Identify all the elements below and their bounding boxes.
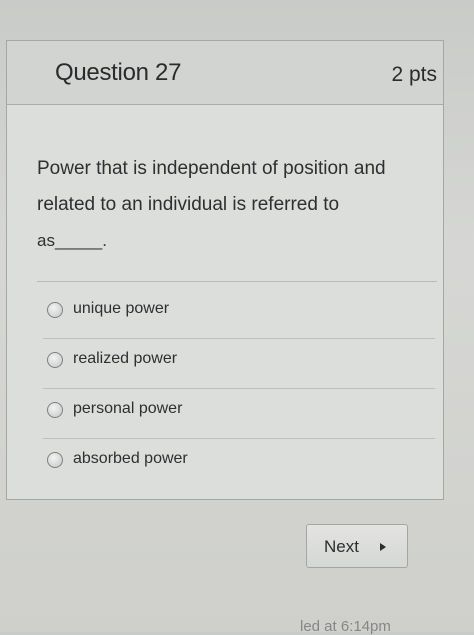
triangle-right-icon: [380, 543, 386, 551]
radio-button-icon[interactable]: [47, 452, 63, 468]
answer-label[interactable]: unique power: [73, 300, 169, 318]
question-title: Question 27: [55, 59, 182, 86]
question-points: 2 pts: [391, 63, 437, 86]
answer-option-unique-power[interactable]: unique power: [43, 289, 435, 339]
answer-option-personal-power[interactable]: personal power: [43, 389, 435, 439]
answer-option-absorbed-power[interactable]: absorbed power: [43, 439, 435, 489]
answers-divider: [37, 281, 437, 282]
answer-label[interactable]: realized power: [73, 350, 177, 368]
answer-list: unique power realized power personal pow…: [43, 289, 435, 489]
radio-button-icon[interactable]: [47, 352, 63, 368]
question-text-line-2: related to an individual is referred to: [37, 194, 340, 215]
answer-option-realized-power[interactable]: realized power: [43, 339, 435, 389]
question-text-line-1: Power that is independent of position an…: [37, 158, 386, 179]
question-card: Question 27 2 pts Power that is independ…: [6, 40, 444, 500]
next-button-label[interactable]: Next: [324, 537, 359, 557]
radio-button-icon[interactable]: [47, 302, 63, 318]
question-header: Question 27 2 pts: [7, 41, 443, 105]
radio-button-icon[interactable]: [47, 402, 63, 418]
question-text-line-3: as_____.: [37, 231, 107, 250]
saved-status-text: led at 6:14pm: [300, 618, 391, 635]
answer-label[interactable]: absorbed power: [73, 450, 188, 468]
answer-label[interactable]: personal power: [73, 400, 182, 418]
next-button[interactable]: Next: [306, 524, 408, 568]
question-text: Power that is independent of position an…: [37, 151, 437, 259]
